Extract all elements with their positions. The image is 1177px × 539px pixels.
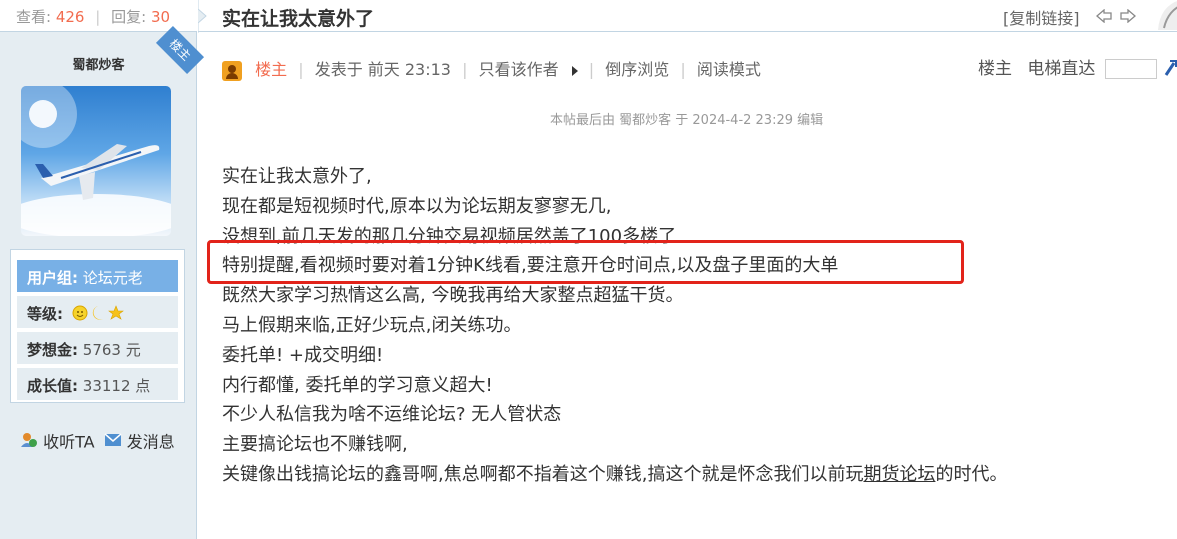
content-line: 内行都懂, 委托单的学习意义超大! [222, 374, 493, 396]
author-name[interactable]: 蜀都炒客 [0, 54, 197, 73]
jump-go-icon[interactable] [1162, 59, 1177, 79]
avatar[interactable] [21, 86, 171, 236]
level-label: 等级: [27, 305, 63, 323]
reverse-order-link[interactable]: 倒序浏览 [605, 60, 669, 79]
only-author-link[interactable]: 只看该作者 [479, 60, 559, 79]
content-line: 不少人私信我为啥不运维论坛? 无人管状态 [222, 404, 562, 426]
floor-label: 楼主 [978, 59, 1012, 79]
title-notch [198, 0, 207, 33]
author-actions: 收听TA 发消息 [20, 428, 175, 452]
divider: | [680, 60, 686, 79]
divider: | [588, 60, 595, 79]
jump-input[interactable] [1104, 59, 1157, 79]
post-owner-label: 楼主 [255, 60, 288, 79]
growth-value: 33112 点 [82, 377, 151, 395]
post-time: 发表于 前天 23:13 [314, 60, 451, 79]
copy-link-button[interactable]: [复制链接] [1003, 5, 1080, 29]
level-icons [72, 304, 126, 326]
chevron-right-icon [571, 65, 578, 76]
divider: | [298, 60, 304, 79]
follow-icon [21, 433, 37, 447]
follow-label: 收听TA [43, 432, 95, 451]
last-line-prefix: 关键像出钱搞论坛的鑫哥啊,焦总啊都不指着这个赚钱,搞这个就是怀念我们以前玩 [222, 463, 864, 485]
highlight-box [207, 240, 964, 284]
message-label: 发消息 [126, 432, 175, 451]
user-group-label: 用户组: [27, 269, 78, 287]
views-count: 426 [55, 8, 85, 26]
message-button[interactable]: 发消息 [104, 430, 175, 451]
stamp-icon [1158, 1, 1177, 30]
futures-forum-link[interactable]: 期货论坛 [863, 464, 935, 485]
replies-label: 回复: [111, 8, 147, 26]
jump-label: 电梯直达 [1027, 59, 1096, 79]
airplane-icon [21, 86, 171, 236]
replies-count: 30 [150, 8, 171, 26]
author-info-panel: 用户组: 论坛元老 等级: 梦想金: 5763 元 成长值: 33112 点 [10, 249, 185, 403]
content-line: 既然大家学习热情这么高, 今晚我再给大家整点超猛干货。 [222, 285, 684, 307]
next-thread-icon[interactable] [1120, 9, 1136, 23]
content-line: 主要搞论坛也不赚钱啊, [222, 434, 408, 456]
views-label: 查看: [16, 8, 52, 26]
content-line: 现在都是短视频时代,原本以为论坛期友寥寥无几, [222, 195, 612, 217]
points-value: 5763 元 [82, 341, 141, 359]
last-line-suffix: 的时代。 [935, 463, 1008, 485]
post-content: 实在让我太意外了, 现在都是短视频时代,原本以为论坛期友寥寥无几, 没想到,前几… [222, 162, 1007, 490]
level-row: 等级: [17, 296, 178, 328]
owner-avatar-icon [222, 60, 242, 81]
follow-button[interactable]: 收听TA [20, 430, 100, 451]
user-group-value[interactable]: 论坛元老 [83, 269, 143, 287]
content-line: 马上假期来临,正好少玩点,闭关练功。 [222, 314, 522, 336]
content-line-last: 关键像出钱搞论坛的鑫哥啊,焦总啊都不指着这个赚钱,搞这个就是怀念我们以前玩期货论… [222, 460, 1007, 490]
prev-thread-icon[interactable] [1096, 9, 1112, 23]
thread-title: 实在让我太意外了 [222, 8, 375, 30]
floor-navigation: 楼主 电梯直达 [978, 54, 1177, 79]
growth-label: 成长值: [27, 377, 78, 395]
content-line: 实在让我太意外了, [222, 166, 372, 187]
points-row: 梦想金: 5763 元 [17, 332, 178, 364]
stats-divider: | [95, 8, 101, 26]
content-line: 委托单! +成交明细! [222, 344, 384, 366]
growth-row: 成长值: 33112 点 [17, 368, 178, 400]
edit-note: 本帖最后由 蜀都炒客 于 2024-4-2 23:29 编辑 [550, 113, 824, 128]
thread-stats: 查看: 426 | 回复: 30 [0, 0, 197, 32]
divider: | [462, 60, 468, 79]
points-label: 梦想金: [27, 341, 78, 359]
post-header: 楼主 | 发表于 前天 23:13 | 只看该作者 | 倒序浏览 | 阅读模式 [222, 56, 761, 81]
user-group-row: 用户组: 论坛元老 [17, 260, 178, 292]
envelope-icon [104, 433, 122, 446]
read-mode-link[interactable]: 阅读模式 [697, 60, 761, 79]
